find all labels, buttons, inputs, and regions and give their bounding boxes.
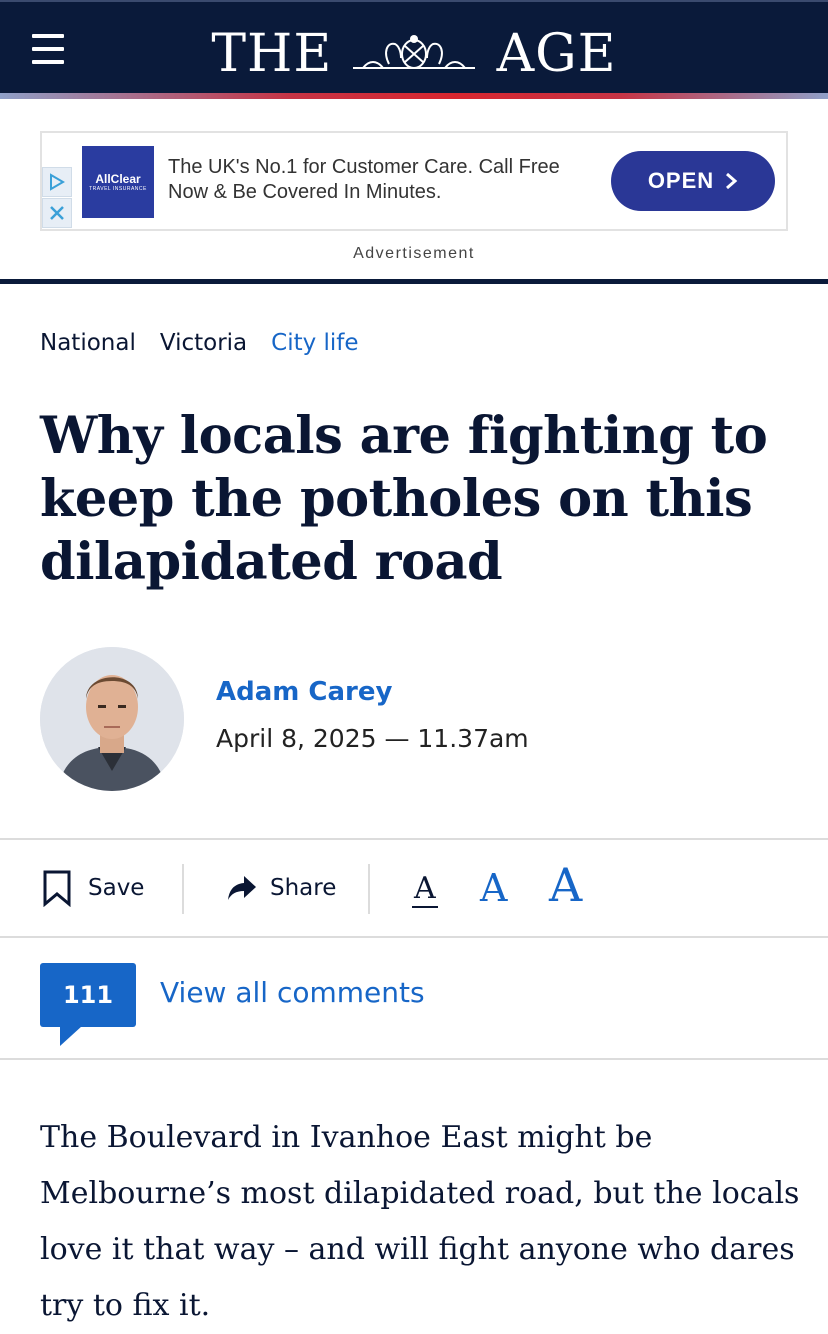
ad-label: Advertisement	[353, 245, 475, 262]
share-arrow-icon	[228, 876, 256, 900]
masthead-age: AGE	[496, 24, 617, 84]
ad-choices-icon[interactable]	[42, 167, 72, 197]
breadcrumb-city-life[interactable]: City life	[271, 330, 358, 356]
author-avatar[interactable]	[40, 647, 184, 791]
comment-bubble-tail	[60, 1026, 82, 1046]
masthead-logo[interactable]: THE AGE	[0, 24, 828, 84]
font-size-medium-button[interactable]: A	[480, 866, 507, 910]
share-button[interactable]: Share	[226, 864, 336, 912]
ad-controls	[42, 167, 74, 229]
ad-close-icon[interactable]	[42, 198, 72, 228]
breadcrumb-victoria[interactable]: Victoria	[160, 330, 247, 356]
bookmark-icon	[43, 870, 71, 907]
save-button[interactable]: Save	[42, 864, 144, 912]
article-headline: Why locals are fighting to keep the poth…	[40, 406, 768, 592]
toolbar-bottom-divider	[0, 936, 828, 938]
chevron-right-icon	[726, 172, 738, 190]
toolbar-divider	[182, 864, 184, 914]
header-accent-line	[0, 93, 828, 99]
ad-banner[interactable]: AllClear TRAVEL INSURANCE The UK's No.1 …	[40, 131, 788, 231]
share-label: Share	[270, 875, 337, 901]
font-size-large-button[interactable]: A	[549, 858, 582, 912]
comment-count-badge[interactable]: 111	[40, 963, 136, 1027]
ad-text[interactable]: The UK's No.1 for Customer Care. Call Fr…	[168, 155, 588, 205]
ad-logo-sub: TRAVEL INSURANCE	[89, 186, 147, 192]
breadcrumb-national[interactable]: National	[40, 330, 136, 356]
view-all-comments-link[interactable]: View all comments	[160, 976, 425, 1009]
coat-of-arms-icon	[353, 35, 476, 69]
article-body-paragraph: The Boulevard in Ivanhoe East might be M…	[40, 1120, 800, 1323]
ad-logo-brand: AllClear	[95, 172, 141, 186]
breadcrumb: National Victoria City life	[40, 330, 359, 356]
author-name[interactable]: Adam Carey	[216, 677, 392, 707]
toolbar-top-divider	[0, 838, 828, 840]
comments-divider	[0, 1058, 828, 1060]
save-label: Save	[88, 875, 145, 901]
ad-open-button[interactable]: OPEN	[611, 151, 775, 211]
ad-open-label: OPEN	[647, 168, 715, 193]
ad-logo[interactable]: AllClear TRAVEL INSURANCE	[82, 146, 154, 218]
site-header: THE AGE	[0, 0, 828, 93]
toolbar-divider	[368, 864, 370, 914]
section-divider	[0, 279, 828, 284]
masthead-the: THE	[211, 24, 333, 84]
publish-date: April 8, 2025 — 11.37am	[216, 724, 529, 753]
font-size-small-button[interactable]: A	[412, 872, 438, 908]
